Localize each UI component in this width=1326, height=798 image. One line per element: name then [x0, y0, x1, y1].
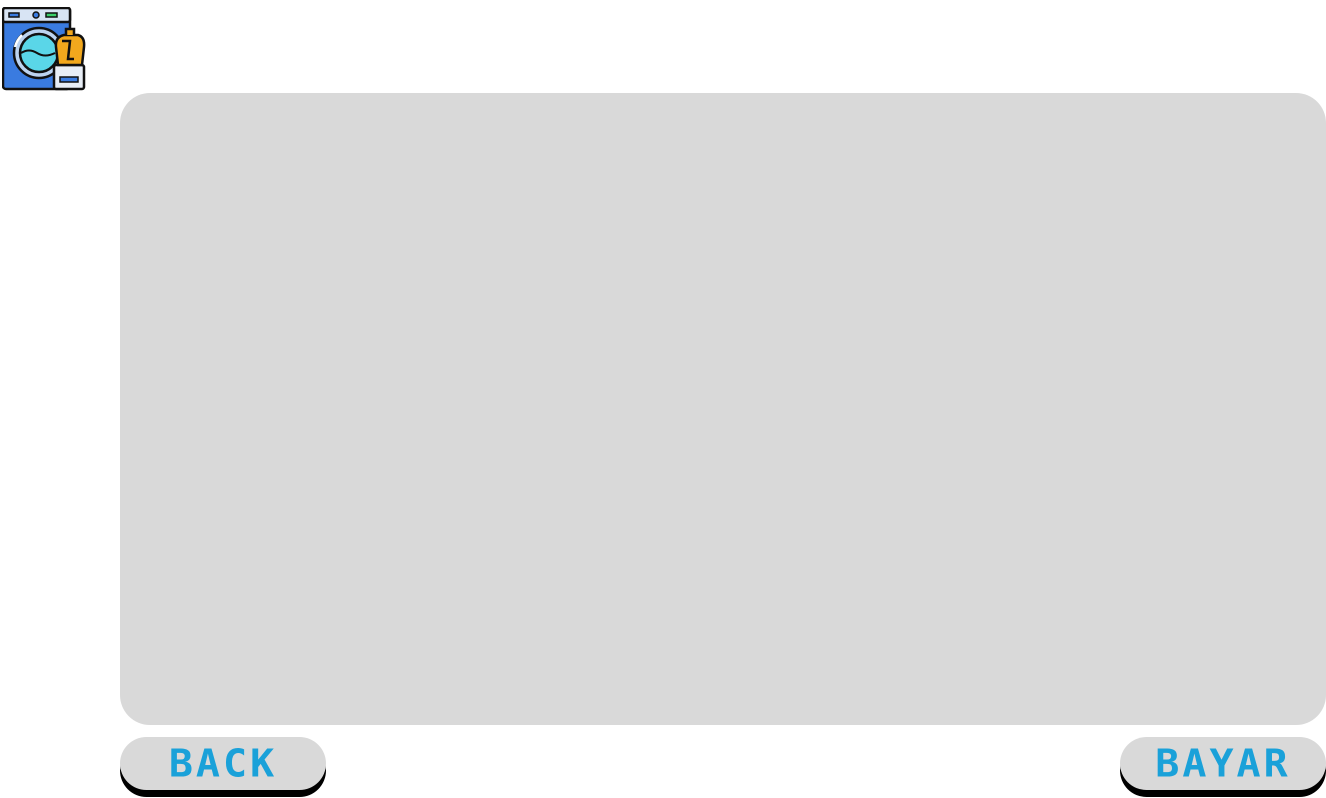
laundry-app-screen: BACK BAYAR	[0, 0, 1326, 798]
pay-button-label: BAYAR	[1155, 741, 1291, 786]
washing-machine-logo-icon	[1, 6, 86, 91]
back-button[interactable]: BACK	[120, 737, 326, 790]
pay-button[interactable]: BAYAR	[1120, 737, 1326, 790]
content-panel	[120, 93, 1326, 725]
back-button-label: BACK	[168, 741, 278, 786]
